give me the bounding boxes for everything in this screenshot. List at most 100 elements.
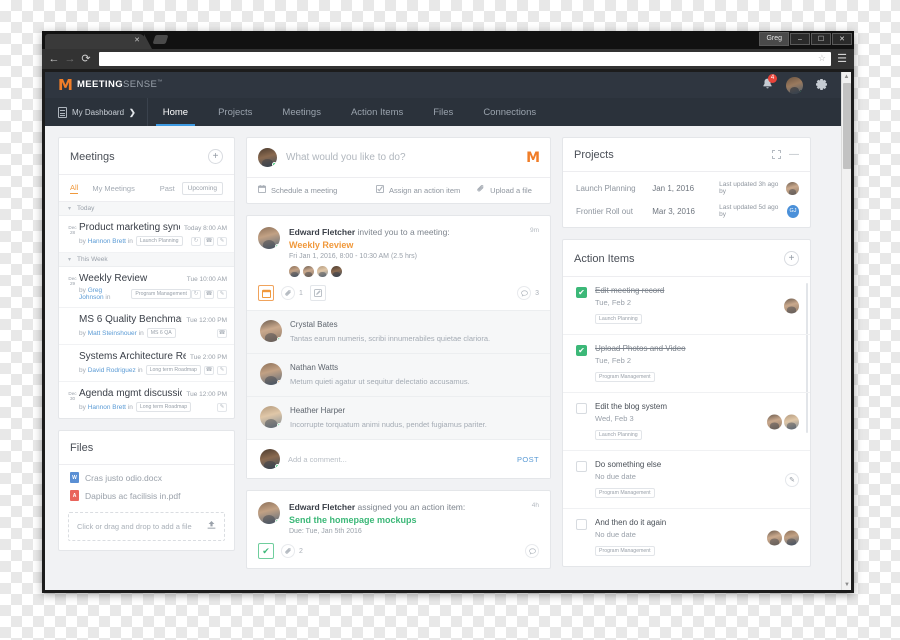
- add-meeting-button[interactable]: +: [208, 149, 223, 164]
- avatar[interactable]: [331, 266, 342, 277]
- avatar[interactable]: [260, 363, 282, 385]
- app-logo[interactable]: M MEETINGSENSE™: [58, 77, 163, 93]
- window-minimize-button[interactable]: –: [790, 33, 810, 45]
- comment-stat[interactable]: 3: [517, 286, 539, 300]
- post-comment-button[interactable]: POST: [517, 455, 539, 464]
- browser-tab[interactable]: ✕: [45, 34, 152, 49]
- avatar[interactable]: [767, 530, 782, 545]
- feed-item-title[interactable]: Weekly Review: [289, 240, 539, 250]
- avatar[interactable]: [258, 227, 280, 249]
- nav-tab-connections[interactable]: Connections: [468, 98, 551, 126]
- nav-tab-action-items[interactable]: Action Items: [336, 98, 418, 126]
- project-row[interactable]: Frontier Roll out Mar 3, 2016 Last updat…: [563, 204, 810, 227]
- scroll-down-icon[interactable]: ▼: [842, 580, 851, 590]
- phone-icon[interactable]: ☎: [204, 236, 214, 246]
- scroll-up-icon[interactable]: ▲: [842, 72, 851, 82]
- meeting-row[interactable]: Dec 28 Product marketing sync up Today 8…: [59, 216, 234, 253]
- notes-icon[interactable]: ✎: [217, 402, 227, 412]
- notifications-bell-icon[interactable]: 4: [762, 73, 777, 93]
- attachment-stat[interactable]: 2: [281, 544, 303, 558]
- nav-tab-files[interactable]: Files: [418, 98, 468, 126]
- add-action-item-button[interactable]: +: [784, 251, 799, 266]
- action-item-checkbox[interactable]: [576, 403, 587, 414]
- action-item-row[interactable]: ✔ Edit meeting record Tue, Feb 2 Launch …: [563, 277, 810, 335]
- action-item-row[interactable]: ✔ Upload Photos and Video Tue, Feb 2 Pro…: [563, 335, 810, 393]
- meeting-row[interactable]: MS 6 Quality Benchmarking Tue 12:00 PM b…: [59, 308, 234, 345]
- upload-icon[interactable]: [207, 521, 216, 532]
- scrollbar-thumb[interactable]: [843, 83, 851, 169]
- feed-item-title[interactable]: Send the homepage mockups: [289, 515, 539, 525]
- filter-upcoming[interactable]: Upcoming: [181, 182, 223, 195]
- meeting-row[interactable]: Dec 30 Agenda mgmt discussion Tue 12:00 …: [59, 382, 234, 418]
- browser-menu-icon[interactable]: ☰: [834, 53, 850, 65]
- filter-past[interactable]: Past: [160, 184, 175, 193]
- my-dashboard-button[interactable]: My Dashboard ❯: [45, 98, 148, 126]
- phone-icon[interactable]: ☎: [217, 328, 227, 338]
- phone-icon[interactable]: ☎: [204, 289, 214, 299]
- notes-icon[interactable]: ✎: [217, 236, 227, 246]
- filter-my-meetings[interactable]: My Meetings: [92, 184, 135, 193]
- nav-tab-meetings[interactable]: Meetings: [267, 98, 336, 126]
- upload-file-button[interactable]: Upload a file: [477, 184, 532, 195]
- meeting-group-header[interactable]: Today: [59, 202, 234, 216]
- action-item-row[interactable]: And then do it again No due date Program…: [563, 509, 810, 566]
- window-user-label[interactable]: Greg: [759, 32, 789, 46]
- nav-tab-projects[interactable]: Projects: [203, 98, 267, 126]
- avatar[interactable]: [784, 530, 799, 545]
- avatar[interactable]: [289, 266, 300, 277]
- minimize-icon[interactable]: —: [789, 150, 799, 160]
- avatar[interactable]: [260, 406, 282, 428]
- meeting-row[interactable]: Systems Architecture Revie Tue 2:00 PM b…: [59, 345, 234, 382]
- action-item-checkbox[interactable]: ✔: [576, 345, 587, 356]
- avatar[interactable]: [784, 414, 799, 429]
- pencil-icon[interactable]: ✎: [785, 472, 799, 487]
- tab-close-icon[interactable]: ✕: [134, 37, 140, 45]
- gear-icon[interactable]: [816, 78, 828, 92]
- filter-all[interactable]: All: [70, 183, 79, 194]
- action-item-row[interactable]: Edit the blog system Wed, Feb 3 Launch P…: [563, 393, 810, 451]
- new-tab-button[interactable]: [152, 35, 169, 44]
- file-list-item[interactable]: W Cras justo odio.docx: [59, 465, 234, 490]
- file-dropzone[interactable]: Click or drag and drop to add a file: [68, 512, 225, 541]
- meeting-group-header[interactable]: This Week: [59, 253, 234, 267]
- composer-input[interactable]: What would you like to do?: [286, 152, 526, 163]
- attachment-stat[interactable]: 1: [281, 286, 303, 300]
- page-scrollbar[interactable]: ▲ ▼: [841, 72, 851, 590]
- action-item-checkbox[interactable]: ✔: [576, 287, 587, 298]
- avatar[interactable]: [767, 414, 782, 429]
- avatar[interactable]: [786, 181, 799, 195]
- notes-icon[interactable]: ✎: [217, 365, 227, 375]
- window-maximize-button[interactable]: ☐: [811, 33, 831, 45]
- action-item-row[interactable]: Do something else No due date Program Ma…: [563, 451, 810, 509]
- schedule-meeting-button[interactable]: Schedule a meeting: [258, 185, 376, 195]
- avatar[interactable]: [786, 76, 803, 94]
- notes-icon[interactable]: [309, 285, 326, 301]
- action-item-checkbox[interactable]: [576, 461, 587, 472]
- action-item-checkbox[interactable]: [576, 519, 587, 530]
- avatar[interactable]: [258, 502, 280, 524]
- meeting-row[interactable]: Dec 29 Weekly Review Tue 10:00 AM by Gre…: [59, 267, 234, 308]
- expand-icon[interactable]: [772, 149, 781, 161]
- sync-icon[interactable]: ↻: [191, 236, 201, 246]
- address-bar[interactable]: ☆: [99, 52, 831, 66]
- avatar[interactable]: [303, 266, 314, 277]
- notes-icon[interactable]: ✎: [217, 289, 227, 299]
- window-close-button[interactable]: ✕: [832, 33, 852, 45]
- avatar[interactable]: [260, 449, 280, 469]
- avatar-initials[interactable]: GJ: [786, 204, 799, 218]
- assign-action-item-button[interactable]: Assign an action item: [376, 185, 477, 195]
- comment-input[interactable]: Add a comment...: [288, 455, 509, 464]
- file-list-item[interactable]: A Dapibus ac facilisis in.pdf: [59, 490, 234, 508]
- phone-icon[interactable]: ☎: [204, 365, 214, 375]
- avatar[interactable]: [784, 298, 799, 313]
- back-icon[interactable]: ←: [46, 53, 62, 65]
- check-icon[interactable]: ✔: [258, 543, 274, 559]
- project-row[interactable]: Launch Planning Jan 1, 2016 Last updated…: [563, 172, 810, 204]
- sync-icon[interactable]: ↻: [191, 289, 201, 299]
- comment-stat[interactable]: [525, 544, 539, 558]
- calendar-icon[interactable]: [258, 285, 274, 301]
- avatar[interactable]: [260, 320, 282, 342]
- avatar[interactable]: [258, 148, 277, 167]
- forward-icon[interactable]: →: [62, 53, 78, 65]
- avatar[interactable]: [317, 266, 328, 277]
